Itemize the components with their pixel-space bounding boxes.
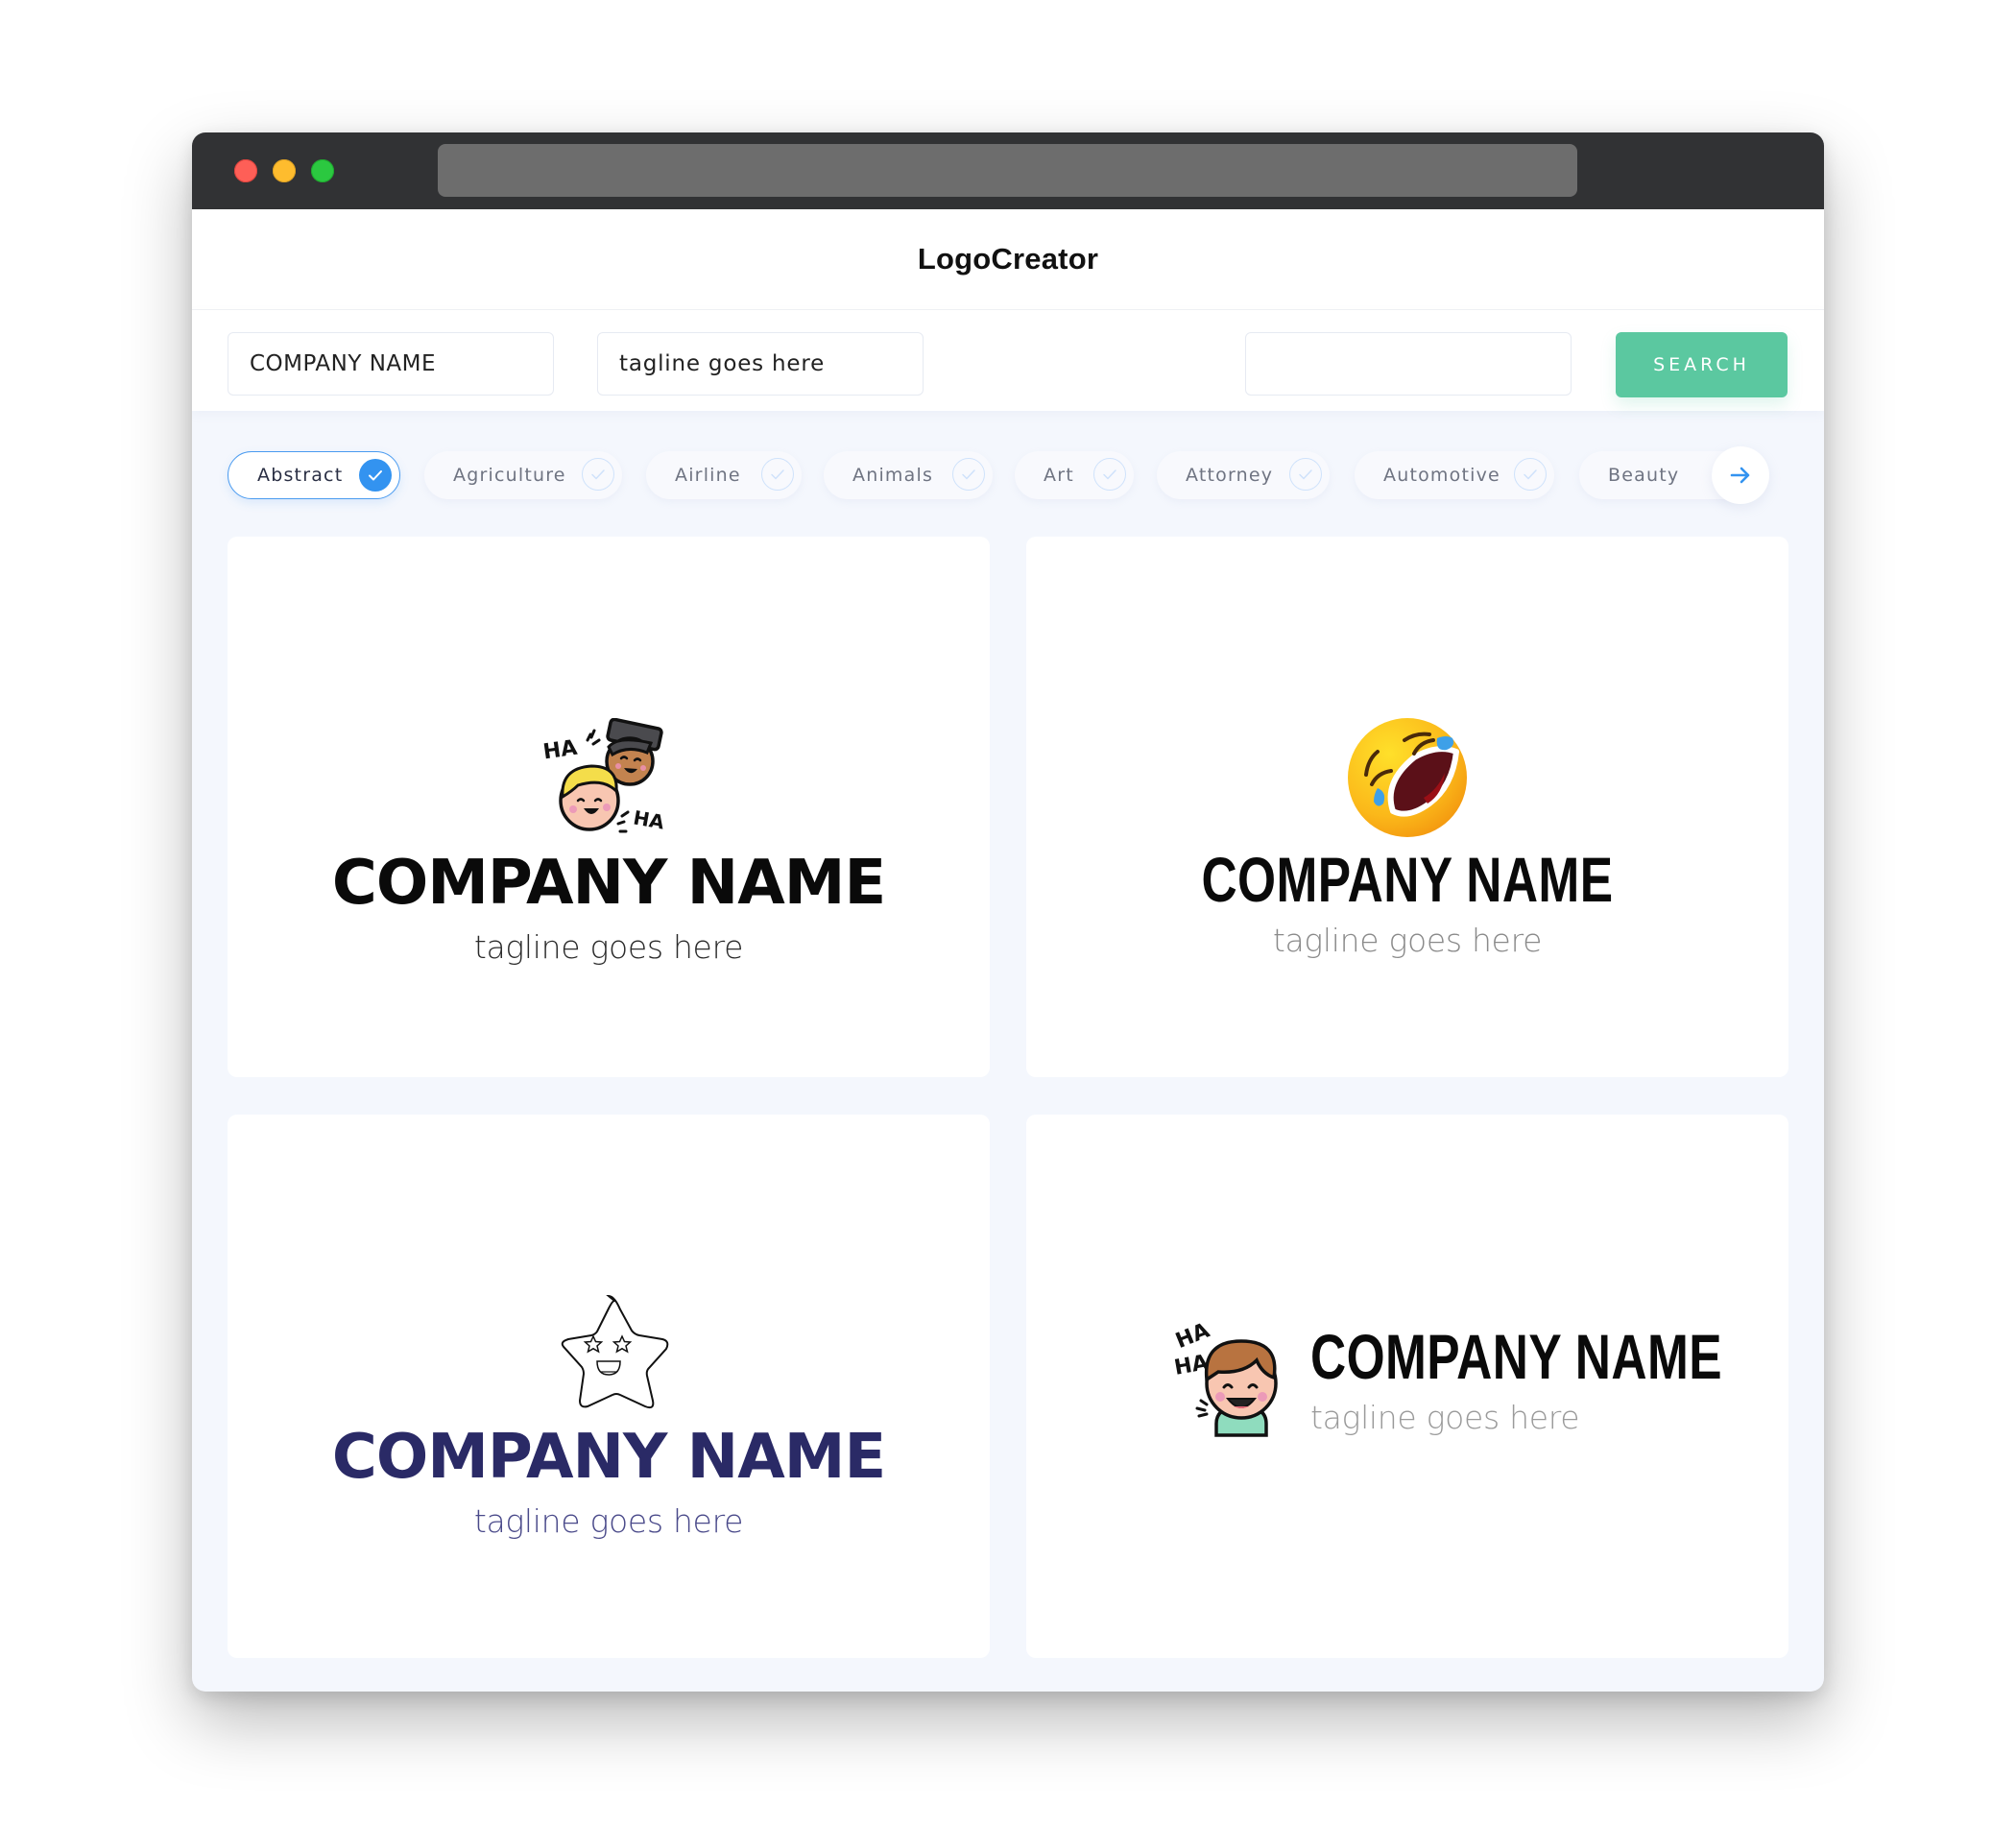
- arrow-right-icon: [1730, 467, 1750, 484]
- filter-chip-agriculture[interactable]: Agriculture: [424, 451, 622, 499]
- minimize-window-button[interactable]: [273, 159, 296, 182]
- filter-chip-airline[interactable]: Airline: [646, 451, 802, 499]
- check-icon: [761, 458, 794, 491]
- filter-chip-animals[interactable]: Animals: [824, 451, 993, 499]
- logo-input-form: SEARCH: [192, 310, 1824, 411]
- filter-chip-label: Automotive: [1383, 465, 1500, 486]
- filter-chip-label: Animals: [852, 465, 934, 486]
- logo-text-group: COMPANY NAME tagline goes here: [1310, 1325, 1762, 1433]
- filter-chip-attorney[interactable]: Attorney: [1157, 451, 1330, 499]
- filter-chip-label: Beauty: [1608, 465, 1680, 486]
- tagline-text: tagline goes here: [473, 928, 744, 966]
- tagline-text: tagline goes here: [1310, 1398, 1580, 1436]
- logo-preview: COMPANY NAME tagline goes here: [1026, 717, 1788, 956]
- logo-card[interactable]: COMPANY NAME tagline goes here: [228, 1115, 990, 1658]
- check-icon: [1093, 458, 1126, 491]
- check-icon: [1289, 458, 1322, 491]
- star-face-icon: [561, 1294, 669, 1409]
- icon-text-ha: HA: [1172, 1351, 1210, 1380]
- company-name-text: COMPANY NAME: [331, 1422, 886, 1493]
- app-header: LogoCreator: [192, 209, 1824, 310]
- check-icon: [952, 458, 985, 491]
- search-input[interactable]: [1245, 332, 1572, 396]
- laughing-friends-icon: HA HA: [541, 718, 666, 834]
- filter-chip-label: Agriculture: [453, 465, 566, 486]
- logo-card[interactable]: COMPANY NAME tagline goes here: [1026, 537, 1788, 1077]
- browser-window: LogoCreator SEARCH Abstract Agriculture …: [192, 132, 1824, 1692]
- rolling-laughing-emoji-icon: [1348, 718, 1467, 837]
- category-filter-bar: Abstract Agriculture Airline Animals Art…: [228, 446, 1788, 504]
- title-bar: [192, 132, 1824, 209]
- filter-chip-art[interactable]: Art: [1015, 451, 1134, 499]
- logo-card[interactable]: HA HA COMPANY NAME tagline goes here: [228, 537, 990, 1077]
- check-icon: [359, 459, 392, 492]
- search-button[interactable]: SEARCH: [1616, 332, 1788, 397]
- filter-chip-label: Attorney: [1186, 465, 1274, 486]
- filter-chip-label: Abstract: [257, 465, 344, 486]
- icon-text-ha: HA: [1172, 1319, 1212, 1354]
- company-name-input[interactable]: [228, 332, 554, 396]
- filter-chip-abstract[interactable]: Abstract: [228, 451, 400, 499]
- company-name-text: COMPANY NAME: [1310, 1320, 1722, 1392]
- tagline-text: tagline goes here: [473, 1502, 744, 1540]
- check-icon: [582, 458, 614, 491]
- logo-preview: HA HA COMPANY NAME tagline goes here: [1172, 1316, 1762, 1441]
- close-window-button[interactable]: [234, 159, 257, 182]
- filter-chip-label: Airline: [675, 465, 741, 486]
- check-icon: [1514, 458, 1547, 491]
- company-name-text: COMPANY NAME: [1201, 844, 1614, 915]
- logo-preview: COMPANY NAME tagline goes here: [228, 1292, 990, 1537]
- icon-text-ha: HA: [632, 805, 666, 833]
- tagline-text: tagline goes here: [1272, 922, 1543, 959]
- filter-chip-automotive[interactable]: Automotive: [1355, 451, 1554, 499]
- logo-preview: HA HA COMPANY NAME tagline goes here: [228, 718, 990, 963]
- icon-text-ha: HA: [541, 736, 579, 765]
- filter-chip-label: Art: [1044, 465, 1074, 486]
- company-name-text: COMPANY NAME: [331, 848, 886, 919]
- logo-card[interactable]: HA HA COMPANY NAME tagline goes here: [1026, 1115, 1788, 1658]
- laughing-boy-icon: HA HA: [1172, 1319, 1278, 1437]
- address-bar[interactable]: [438, 144, 1577, 197]
- brand-logo[interactable]: LogoCreator: [918, 242, 1098, 276]
- next-categories-button[interactable]: [1712, 446, 1769, 504]
- maximize-window-button[interactable]: [311, 159, 334, 182]
- tagline-input[interactable]: [597, 332, 924, 396]
